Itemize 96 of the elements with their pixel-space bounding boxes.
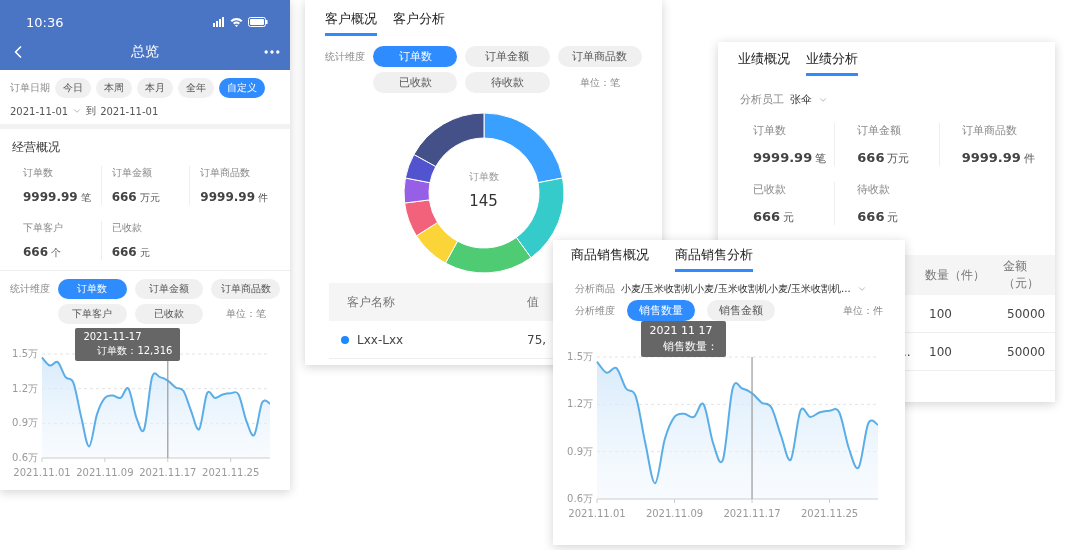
axis-label: 1.2万 [567, 398, 593, 410]
filter-chip[interactable]: 订单商品数 [557, 46, 642, 67]
table-cell-text: 50000 [1006, 306, 1047, 321]
table-cell-text: 100 [928, 344, 953, 359]
stat-value: 666 万元 [111, 190, 161, 205]
filter-chip[interactable]: 订单金额 [134, 279, 204, 299]
axis-label: 2021.11.01 [568, 508, 626, 519]
filter-chip[interactable]: 本月 [137, 78, 173, 98]
table-cell: 75, [527, 332, 547, 347]
signal-icon [213, 17, 225, 27]
stat-label: 订单数 [753, 123, 787, 138]
stat-label: 已收款 [753, 182, 787, 197]
stat-label: 订单商品数 [961, 123, 1018, 138]
unit-text: 单位：笔 [224, 307, 267, 321]
axis-label: 2021.11.25 [800, 508, 859, 519]
tab[interactable]: 商品销售分析 [675, 246, 753, 272]
dimension-label: 分析维度 [575, 303, 615, 318]
axis-label: 1.2万 [12, 382, 38, 394]
donut-label: 订单数 [468, 170, 499, 184]
stat-label: 已收款 [111, 221, 143, 235]
axis-label: 2021.11.25 [202, 467, 260, 478]
table-cell-text: .. [902, 344, 911, 359]
stat-value: 9999.99 笔 [753, 150, 828, 166]
filter-chip[interactable]: 订单商品数 [211, 279, 280, 299]
dimension-label: 统计维度 [325, 49, 365, 64]
axis-label: 2021.11.09 [645, 508, 704, 519]
unit-text: 单位：笔 [578, 75, 621, 90]
axis-label: 2021.11.09 [76, 467, 134, 478]
donut-slice [403, 199, 438, 237]
tab[interactable]: 商品销售概况 [571, 246, 649, 272]
stat-value: 9999.99 笔 [23, 190, 92, 205]
filter-chip[interactable]: 下单客户 [58, 304, 127, 324]
dropdown-icon[interactable] [72, 106, 83, 116]
donut-total: 145 [469, 192, 498, 210]
column-header: 值 [527, 293, 539, 311]
dropdown-icon[interactable] [856, 284, 867, 294]
filter-chip[interactable]: 订单金额 [465, 46, 550, 67]
product-select[interactable]: 小麦/玉米收割机小麦/玉米收割机小麦/玉米收割机... [621, 282, 851, 296]
tab[interactable]: 业绩分析 [806, 50, 858, 76]
stat-value: 666 个 [23, 245, 63, 260]
page-title: 总览 [131, 43, 159, 61]
filter-chip[interactable]: 已收款 [134, 304, 204, 324]
stat-value: 9999.99 件 [200, 190, 269, 205]
status-time: 10:36 [26, 14, 64, 30]
stat-label: 订单数 [23, 166, 54, 180]
stat-label: 下单客户 [23, 221, 64, 235]
filter-chip[interactable]: 销售金额 [707, 300, 775, 321]
tooltip-date: 2021-11-17 [83, 331, 143, 342]
column-header: 客户名称 [346, 293, 396, 311]
stat-label: 订单金额 [111, 166, 153, 180]
stat-value: 666 元 [857, 209, 900, 225]
axis-label: 2021.11.17 [723, 508, 781, 519]
axis-label: 0.9万 [12, 417, 38, 429]
axis-label: 1.5万 [12, 348, 38, 359]
stat-value: 666 元 [111, 245, 151, 260]
tab[interactable]: 业绩概况 [738, 50, 790, 76]
axis-label: 0.6万 [567, 493, 593, 504]
unit-text: 单位：件 [843, 303, 883, 318]
end-date[interactable]: 2021-11-01 [100, 105, 159, 117]
tab[interactable]: 客户概况 [325, 10, 377, 36]
axis-label: 1.5万 [567, 351, 593, 362]
start-date[interactable]: 2021-11-01 [10, 105, 69, 117]
dimension-label: 统计维度 [10, 282, 50, 296]
stat-label: 待收款 [857, 182, 892, 197]
stat-value: 666 元 [753, 209, 796, 225]
battery-icon [248, 17, 268, 27]
stat-value: 9999.99 件 [961, 150, 1036, 166]
field-label: 分析商品 [575, 282, 615, 296]
tab[interactable]: 客户分析 [393, 10, 445, 36]
stat-value: 666 万元 [857, 150, 911, 166]
axis-label: 0.9万 [567, 445, 593, 457]
tooltip-date: 2021 11 17 [649, 324, 714, 337]
filter-label: 订单日期 [10, 81, 50, 95]
wifi-icon [230, 17, 243, 27]
filter-chip[interactable]: 全年 [178, 78, 214, 98]
tooltip-value: 销售数量： [662, 339, 719, 354]
filter-chip[interactable]: 已收款 [373, 72, 458, 93]
column-header: 数量（件） [924, 266, 986, 284]
field-label: 分析员工 [740, 92, 784, 107]
employee-select[interactable]: 张伞 [790, 92, 812, 107]
axis-label: 2021.11.17 [139, 467, 197, 478]
donut-slice [403, 177, 430, 204]
table-cell: Lxx-Lxx [357, 332, 404, 347]
table-cell-text: 50000 [1006, 344, 1047, 359]
stat-label: 订单商品数 [200, 166, 252, 180]
axis-label: 2021.11.01 [13, 467, 71, 478]
tooltip-value: 订单数：12,316 [96, 344, 173, 358]
filter-chip[interactable]: 待收款 [465, 72, 550, 93]
filter-chip[interactable]: 本周 [96, 78, 132, 98]
stat-label: 订单金额 [857, 123, 903, 138]
column-header: 金额（元） [1002, 258, 1040, 292]
table-cell-text: 100 [928, 306, 953, 321]
section-title: 经营概况 [12, 139, 61, 156]
axis-label: 0.6万 [12, 452, 38, 463]
range-separator: 到 [86, 104, 97, 118]
filter-chip[interactable]: 今日 [55, 78, 91, 98]
